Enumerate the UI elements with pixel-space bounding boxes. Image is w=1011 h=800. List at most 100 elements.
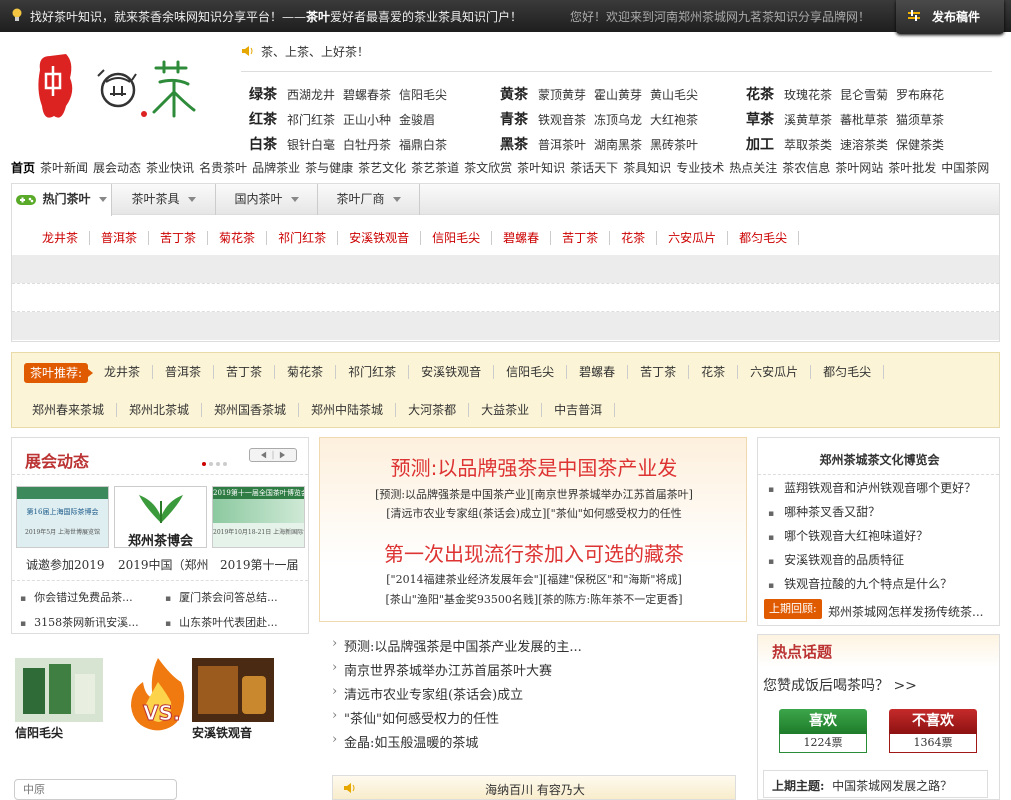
nav-item-home[interactable]: 首页 [11,161,35,175]
recommend-link[interactable]: 郑州中陆茶城 [299,403,397,417]
category-link[interactable]: 福鼎白茶 [399,138,447,152]
recommend-link[interactable]: 大河茶都 [396,403,470,417]
category-link[interactable]: 银针白毫 [287,138,335,152]
category-head[interactable]: 黑茶 [500,137,528,153]
tea-link[interactable]: 苦丁茶 [149,231,209,245]
category-link[interactable]: 西湖龙井 [287,88,335,102]
publish-button[interactable]: 发布稿件 [896,0,1004,34]
recommend-link[interactable]: 龙井茶 [92,365,154,379]
recommend-link[interactable]: 花茶 [689,365,739,379]
carousel-pager[interactable] [249,448,297,462]
tea-link[interactable]: 碧螺春 [492,231,552,245]
tab-hot-tea[interactable]: 热门茶叶 [12,184,112,216]
museum-item[interactable]: 铁观音拉酸的九个特点是什么？ [768,575,952,592]
recommend-link[interactable]: 碧螺春 [567,365,629,379]
vs-right-label[interactable]: 安溪铁观音 [192,724,252,741]
recommend-link[interactable]: 六安瓜片 [738,365,812,379]
category-link[interactable]: 白牡丹茶 [343,138,391,152]
search-input[interactable] [14,779,177,800]
tea-box-image[interactable] [15,658,103,722]
news-list-item[interactable]: 预测:以品牌强茶是中国茶产业发展的主... [332,636,582,660]
tea-link[interactable]: 苦丁茶 [551,231,611,245]
tea-box-image[interactable] [192,658,274,722]
category-head[interactable]: 绿茶 [249,87,277,103]
category-link[interactable]: 猫须草茶 [896,113,944,127]
museum-item[interactable]: 安溪铁观音的品质特征 [768,551,904,568]
carousel-dots[interactable] [202,455,230,469]
category-link[interactable]: 大红袍茶 [650,113,698,127]
nav-item[interactable]: 茶叶批发 [888,161,936,175]
nav-item[interactable]: 茶话天下 [570,161,618,175]
recommend-link[interactable]: 菊花茶 [275,365,337,379]
recommend-link[interactable]: 祁门红茶 [336,365,410,379]
tea-link[interactable]: 都匀毛尖 [728,231,800,245]
category-link[interactable]: 黄山毛尖 [650,88,698,102]
recommend-link[interactable]: 都匀毛尖 [811,365,885,379]
category-link[interactable]: 昆仑雪菊 [840,88,888,102]
category-head[interactable]: 加工 [746,137,774,153]
nav-item[interactable]: 茶具知识 [623,161,671,175]
category-head[interactable]: 黄茶 [500,87,528,103]
category-link[interactable]: 黑砖茶叶 [650,138,698,152]
nav-item[interactable]: 专业技术 [676,161,724,175]
site-logo[interactable] [36,52,198,124]
headline-sublinks[interactable]: [茶山"渔阳"基金奖93500名贱][茶的陈方:陈年茶不一定更香] [320,591,748,607]
recommend-link[interactable]: 安溪铁观音 [409,365,495,379]
tea-link[interactable]: 普洱茶 [90,231,150,245]
tea-link[interactable]: 六安瓜片 [657,231,729,245]
nav-item[interactable]: 茶农信息 [782,161,830,175]
headline[interactable]: 预测:以品牌强茶是中国茶产业发 [320,452,748,481]
category-head[interactable]: 花茶 [746,87,774,103]
category-link[interactable]: 金骏眉 [399,113,435,127]
recommend-link[interactable]: 郑州国香茶城 [202,403,300,417]
headline-sublinks[interactable]: [清远市农业专家组(茶话会)成立]["茶仙"如何感受权力的任性 [320,505,748,521]
nav-item[interactable]: 茶业快讯 [146,161,194,175]
nav-item[interactable]: 茶叶网站 [835,161,883,175]
category-link[interactable]: 碧螺春茶 [343,88,391,102]
tab-domestic-tea[interactable]: 国内茶叶 [216,184,318,215]
news-item[interactable]: 你会错过免费品茶... [20,589,156,605]
nav-item[interactable]: 茶文欣赏 [464,161,512,175]
category-link[interactable]: 罗布麻花 [896,88,944,102]
tab-tea-makers[interactable]: 茶叶厂商 [318,184,420,215]
category-link[interactable]: 霍山黄芽 [594,88,642,102]
expo-thumb[interactable]: 第16届上海国际茶博会 2019年5月 上海世博展览馆 [16,486,109,548]
nav-item[interactable]: 茶叶知识 [517,161,565,175]
museum-item[interactable]: 蓝翔铁观音和泸州铁观音哪个更好？ [768,479,976,496]
category-link[interactable]: 玫瑰花茶 [784,88,832,102]
museum-item[interactable]: 哪个铁观音大红袍味道好？ [768,527,928,544]
recommend-link[interactable]: 信阳毛尖 [494,365,568,379]
vs-left-label[interactable]: 信阳毛尖 [15,724,63,741]
tea-link[interactable]: 花茶 [610,231,658,245]
category-link[interactable]: 祁门红茶 [287,113,335,127]
nav-item[interactable]: 茶艺文化 [358,161,406,175]
category-link[interactable]: 保健茶类 [896,138,944,152]
poll-question[interactable]: 您赞成饭后喝茶吗？ >> [763,675,917,695]
recommend-link[interactable]: 大益茶业 [469,403,543,417]
recommend-link[interactable]: 普洱茶 [153,365,215,379]
category-link[interactable]: 正山小种 [343,113,391,127]
thumb-caption[interactable]: 2019第十一届 [220,556,313,573]
category-link[interactable]: 蕃枇草茶 [840,113,888,127]
news-list-item[interactable]: 南京世界茶城举办江苏首届茶叶大赛 [332,660,582,684]
like-button[interactable]: 喜欢 1224票 [779,709,867,757]
category-head[interactable]: 草茶 [746,112,774,128]
headline[interactable]: 第一次出现流行茶加入可选的藏茶 [320,538,748,567]
news-list-item[interactable]: 清远市农业专家组(茶话会)成立 [332,684,582,708]
expo-thumb[interactable]: 郑州茶博会 [114,486,207,549]
tea-link[interactable]: 祁门红茶 [267,231,339,245]
category-link[interactable]: 普洱茶叶 [538,138,586,152]
category-link[interactable]: 信阳毛尖 [399,88,447,102]
news-item[interactable]: 厦门茶会问答总结... [165,589,301,605]
tea-link[interactable]: 安溪铁观音 [338,231,422,245]
category-link[interactable]: 冻顶乌龙 [594,113,642,127]
expo-thumb[interactable]: 2019第十一届全国茶叶博览会 2019年10月18-21日 上海新国际博览中心 [212,486,305,548]
category-head[interactable]: 青茶 [500,112,528,128]
nav-item[interactable]: 名贵茶叶 [199,161,247,175]
category-link[interactable]: 速溶茶类 [840,138,888,152]
recommend-link[interactable]: 苦丁茶 [214,365,276,379]
news-item[interactable]: 3158茶网新讯安溪... [20,614,156,630]
nav-item[interactable]: 茶艺茶道 [411,161,459,175]
last-topic[interactable]: 上期主题: 中国茶城网发展之路？ [763,770,988,798]
headline-sublinks[interactable]: [预测:以品牌强茶是中国茶产业][南京世界茶城举办江苏首届茶叶] [320,486,748,502]
